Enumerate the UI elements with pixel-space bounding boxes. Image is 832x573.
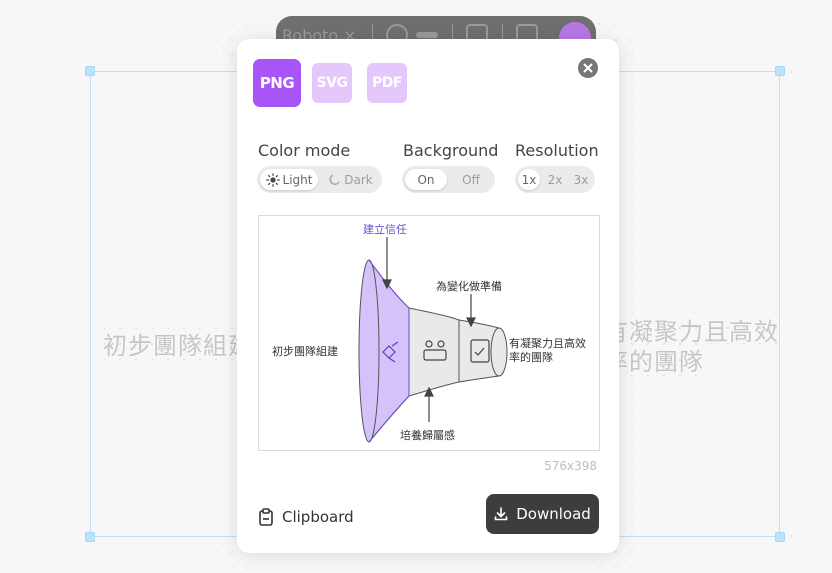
sun-icon: [265, 172, 280, 187]
resolution-1x-option[interactable]: 1x: [518, 169, 540, 190]
color-mode-label: Color mode: [258, 141, 351, 160]
clipboard-icon: [259, 508, 273, 526]
download-button[interactable]: Download: [486, 494, 599, 534]
clipboard-label: Clipboard: [282, 508, 354, 526]
resolution-3x-option[interactable]: 3x: [570, 169, 592, 190]
preview-label-right-2: 率的團隊: [509, 350, 553, 364]
background-off-option[interactable]: Off: [450, 169, 492, 190]
preview-label-upper: 為變化做準備: [436, 279, 502, 293]
canvas-text-right-2: 率的團隊: [604, 348, 704, 376]
preview-label-left: 初步團隊組建: [272, 344, 338, 358]
preview-label-top: 建立信任: [363, 222, 407, 236]
preview-label-bottom: 培養歸屬感: [400, 428, 455, 442]
background-on-option[interactable]: On: [405, 169, 447, 190]
light-label: Light: [282, 172, 313, 187]
export-preview: 建立信任 為變化做準備 初步團隊組建 有凝聚力且高效 率的團隊 培養歸屬感: [258, 215, 600, 451]
resolution-toggle: 1x 2x 3x: [515, 166, 595, 193]
preview-label-right-1: 有凝聚力且高效: [509, 336, 586, 350]
dark-label: Dark: [344, 172, 373, 187]
resize-handle-bottom-right[interactable]: [775, 532, 785, 542]
resolution-2x-option[interactable]: 2x: [544, 169, 566, 190]
funnel-diagram: 建立信任 為變化做準備 初步團隊組建 有凝聚力且高效 率的團隊 培養歸屬感: [272, 222, 586, 443]
color-mode-light-option[interactable]: Light: [260, 169, 318, 190]
export-dialog: PNG SVG PDF Color mode Background Resolu…: [237, 39, 619, 553]
color-mode-toggle: Light Dark: [257, 166, 382, 193]
close-button[interactable]: [578, 58, 598, 78]
download-label: Download: [516, 505, 591, 523]
background-label: Background: [403, 141, 499, 160]
format-svg-button[interactable]: SVG: [312, 63, 352, 103]
background-toggle: On Off: [402, 166, 495, 193]
export-dimensions: 576x398: [544, 459, 597, 473]
resize-handle-bottom-left[interactable]: [85, 532, 95, 542]
format-pdf-button[interactable]: PDF: [367, 63, 407, 103]
resolution-label: Resolution: [515, 141, 599, 160]
download-icon: [494, 507, 508, 521]
resize-handle-top-right[interactable]: [775, 66, 785, 76]
resize-handle-top-left[interactable]: [85, 66, 95, 76]
clipboard-button[interactable]: Clipboard: [258, 505, 354, 529]
canvas-text-left: 初步團隊組建: [103, 332, 253, 360]
stroke-icon[interactable]: [416, 32, 438, 38]
format-png-button[interactable]: PNG: [253, 59, 301, 107]
moon-icon: [329, 174, 341, 185]
color-mode-dark-option[interactable]: Dark: [323, 169, 379, 190]
close-icon: [583, 63, 593, 73]
